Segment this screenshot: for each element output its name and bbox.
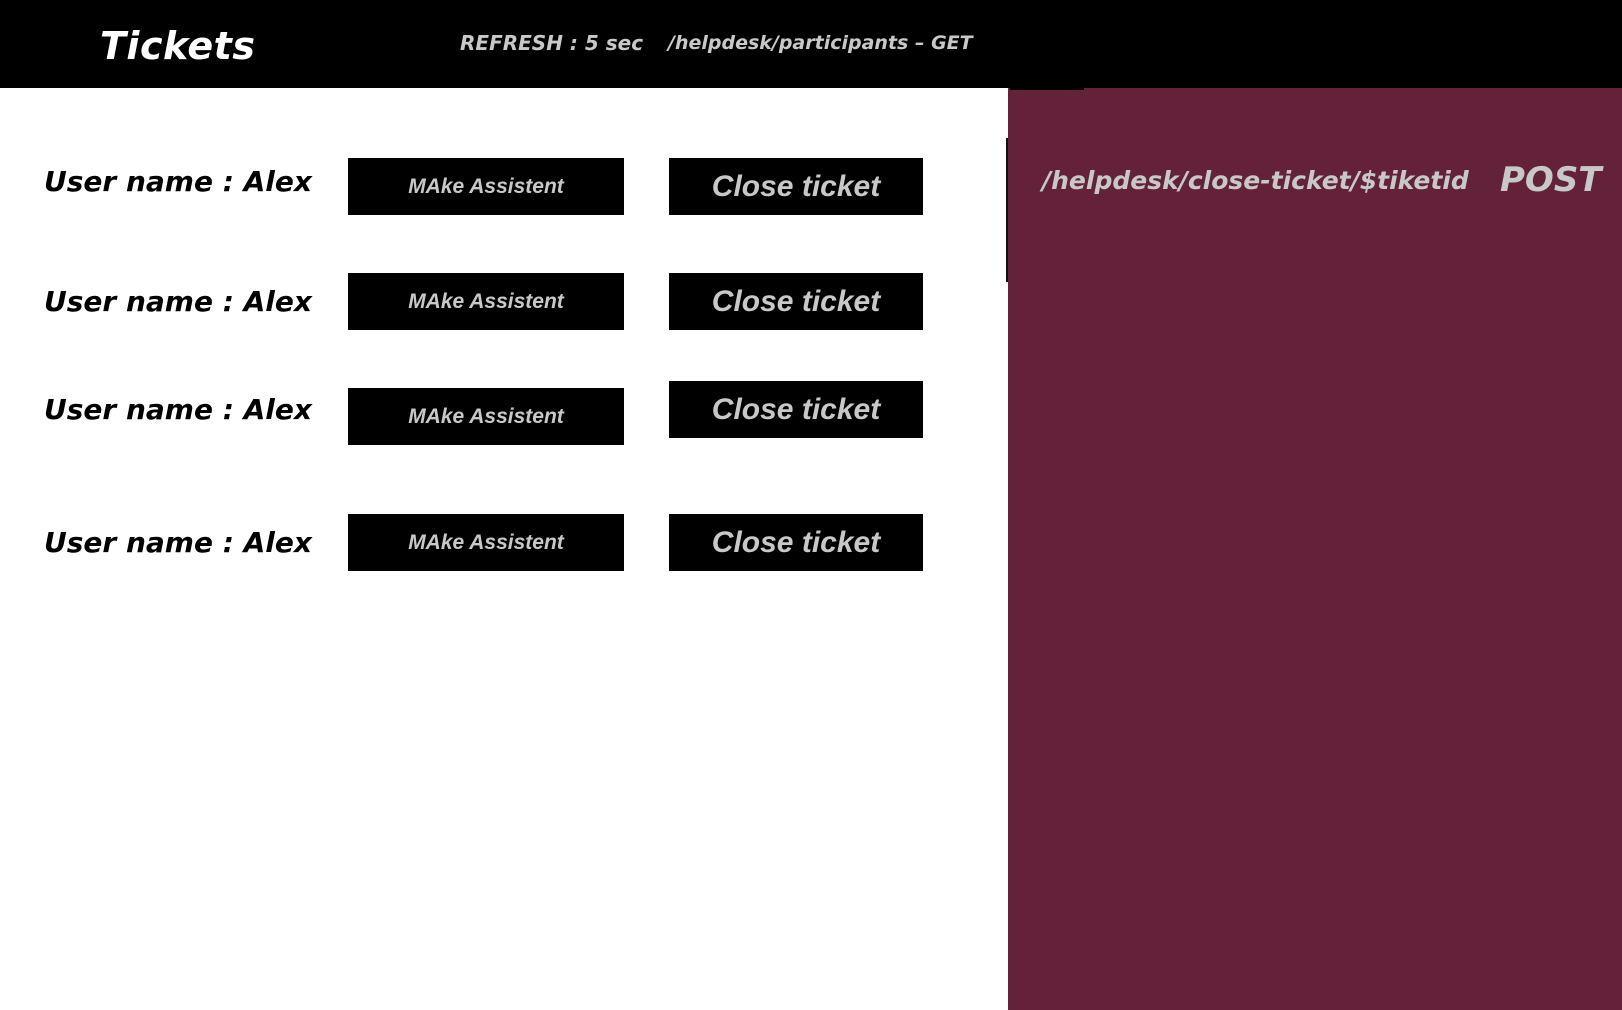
ticket-user-name: User name : Alex: [44, 285, 312, 318]
top-header-bar: Tickets REFRESH : 5 sec /helpdesk/partic…: [0, 0, 1622, 88]
close-ticket-button[interactable]: Close ticket: [669, 158, 923, 215]
close-ticket-button[interactable]: Close ticket: [669, 273, 923, 330]
make-assistant-button[interactable]: MAke Assistent: [348, 388, 624, 445]
close-ticket-button[interactable]: Close ticket: [669, 381, 923, 438]
close-ticket-side-panel: [1008, 88, 1622, 1010]
side-panel-top-divider: [1010, 86, 1084, 90]
participants-endpoint-label: /helpdesk/participants – GET: [668, 32, 973, 54]
make-assistant-button[interactable]: MAke Assistent: [348, 514, 624, 571]
close-ticket-method-label: POST: [1500, 160, 1602, 200]
make-assistant-button[interactable]: MAke Assistent: [348, 158, 624, 215]
ticket-user-name: User name : Alex: [44, 165, 312, 198]
tickets-page: Tickets REFRESH : 5 sec /helpdesk/partic…: [0, 0, 1622, 1010]
ticket-user-name: User name : Alex: [44, 393, 312, 426]
close-ticket-endpoint-label: /helpdesk/close-ticket/$tiketid: [1042, 166, 1469, 195]
ticket-user-name: User name : Alex: [44, 526, 312, 559]
side-panel-left-divider: [1006, 138, 1008, 282]
page-title: Tickets: [100, 24, 256, 68]
refresh-interval-label: REFRESH : 5 sec: [460, 31, 644, 55]
make-assistant-button[interactable]: MAke Assistent: [348, 273, 624, 330]
close-ticket-button[interactable]: Close ticket: [669, 514, 923, 571]
